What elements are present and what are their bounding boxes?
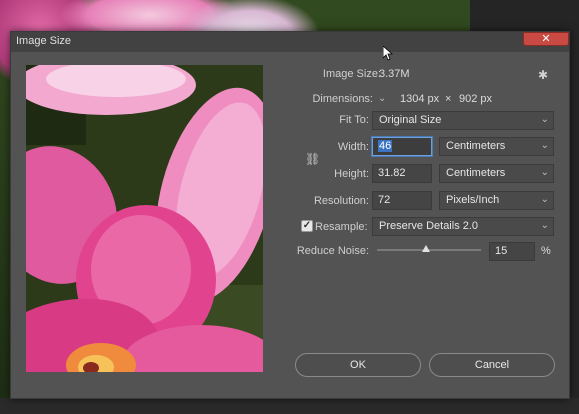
ok-button[interactable]: OK: [295, 353, 421, 377]
height-label: Height:: [334, 168, 369, 180]
background-bottom-strip: [0, 398, 579, 414]
mouse-cursor-icon: [383, 46, 393, 61]
dialog-title: Image Size: [16, 35, 72, 47]
height-unit-value: Centimeters: [446, 167, 506, 179]
dimensions-height: 902 px: [459, 93, 493, 105]
width-label: Width:: [337, 141, 369, 153]
image-size-dialog: Image Size ✕ Image Size: 3.37M ✱ Dimensi…: [10, 31, 570, 399]
width-input[interactable]: 46: [372, 137, 432, 156]
reduce-noise-input[interactable]: 15: [489, 242, 535, 261]
gear-icon[interactable]: ✱: [538, 68, 548, 82]
chevron-down-icon: ⌄: [540, 114, 549, 125]
resolution-unit-value: Pixels/Inch: [446, 194, 500, 206]
checkmark-icon: ✓: [302, 220, 312, 231]
width-unit-select[interactable]: Centimeters ⌄: [439, 137, 554, 156]
image-preview[interactable]: [26, 65, 263, 372]
link-chain-icon[interactable]: ⛓: [305, 152, 320, 168]
chevron-down-icon: ⌄: [540, 167, 549, 178]
close-button[interactable]: ✕: [523, 32, 569, 46]
resolution-value: 72: [378, 194, 391, 206]
image-size-value: 3.37M: [379, 68, 410, 80]
reduce-noise-slider-thumb[interactable]: [421, 245, 430, 252]
cancel-button[interactable]: Cancel: [429, 353, 555, 377]
reduce-noise-value: 15: [495, 245, 508, 257]
chevron-down-icon: ⌄: [540, 194, 549, 205]
chevron-down-icon[interactable]: ⌄: [378, 93, 386, 104]
chevron-down-icon: ⌄: [540, 140, 549, 151]
resample-select[interactable]: Preserve Details 2.0 ⌄: [372, 217, 554, 236]
height-unit-select[interactable]: Centimeters ⌄: [439, 164, 554, 183]
fit-to-select[interactable]: Original Size ⌄: [372, 111, 554, 130]
dimensions-width: 1304 px: [400, 93, 440, 105]
resample-value: Preserve Details 2.0: [379, 220, 479, 232]
resample-checkbox[interactable]: ✓: [301, 220, 313, 232]
fit-to-label: Fit To:: [339, 114, 369, 126]
dimensions-label: Dimensions:: [312, 93, 373, 105]
reduce-noise-unit: %: [541, 245, 551, 257]
dimensions-separator: ×: [445, 93, 452, 105]
fit-to-value: Original Size: [379, 114, 442, 126]
reduce-noise-label: Reduce Noise:: [296, 245, 369, 257]
close-icon: ✕: [541, 33, 551, 45]
chevron-down-icon: ⌄: [540, 220, 549, 231]
width-value: 46: [378, 140, 393, 152]
app-window: Image Size ✕ Image Size: 3.37M ✱ Dimensi…: [0, 0, 579, 414]
image-size-label: Image Size:: [322, 68, 381, 80]
height-value: 31.82: [378, 167, 406, 179]
height-input[interactable]: 31.82: [372, 164, 432, 183]
resolution-unit-select[interactable]: Pixels/Inch ⌄: [439, 191, 554, 210]
width-unit-value: Centimeters: [446, 140, 506, 152]
resample-label: Resample:: [315, 221, 368, 233]
resolution-label: Resolution:: [313, 195, 369, 207]
flower-preview-image: [26, 65, 263, 372]
dialog-titlebar[interactable]: Image Size ✕: [11, 32, 569, 52]
resolution-input[interactable]: 72: [372, 191, 432, 210]
